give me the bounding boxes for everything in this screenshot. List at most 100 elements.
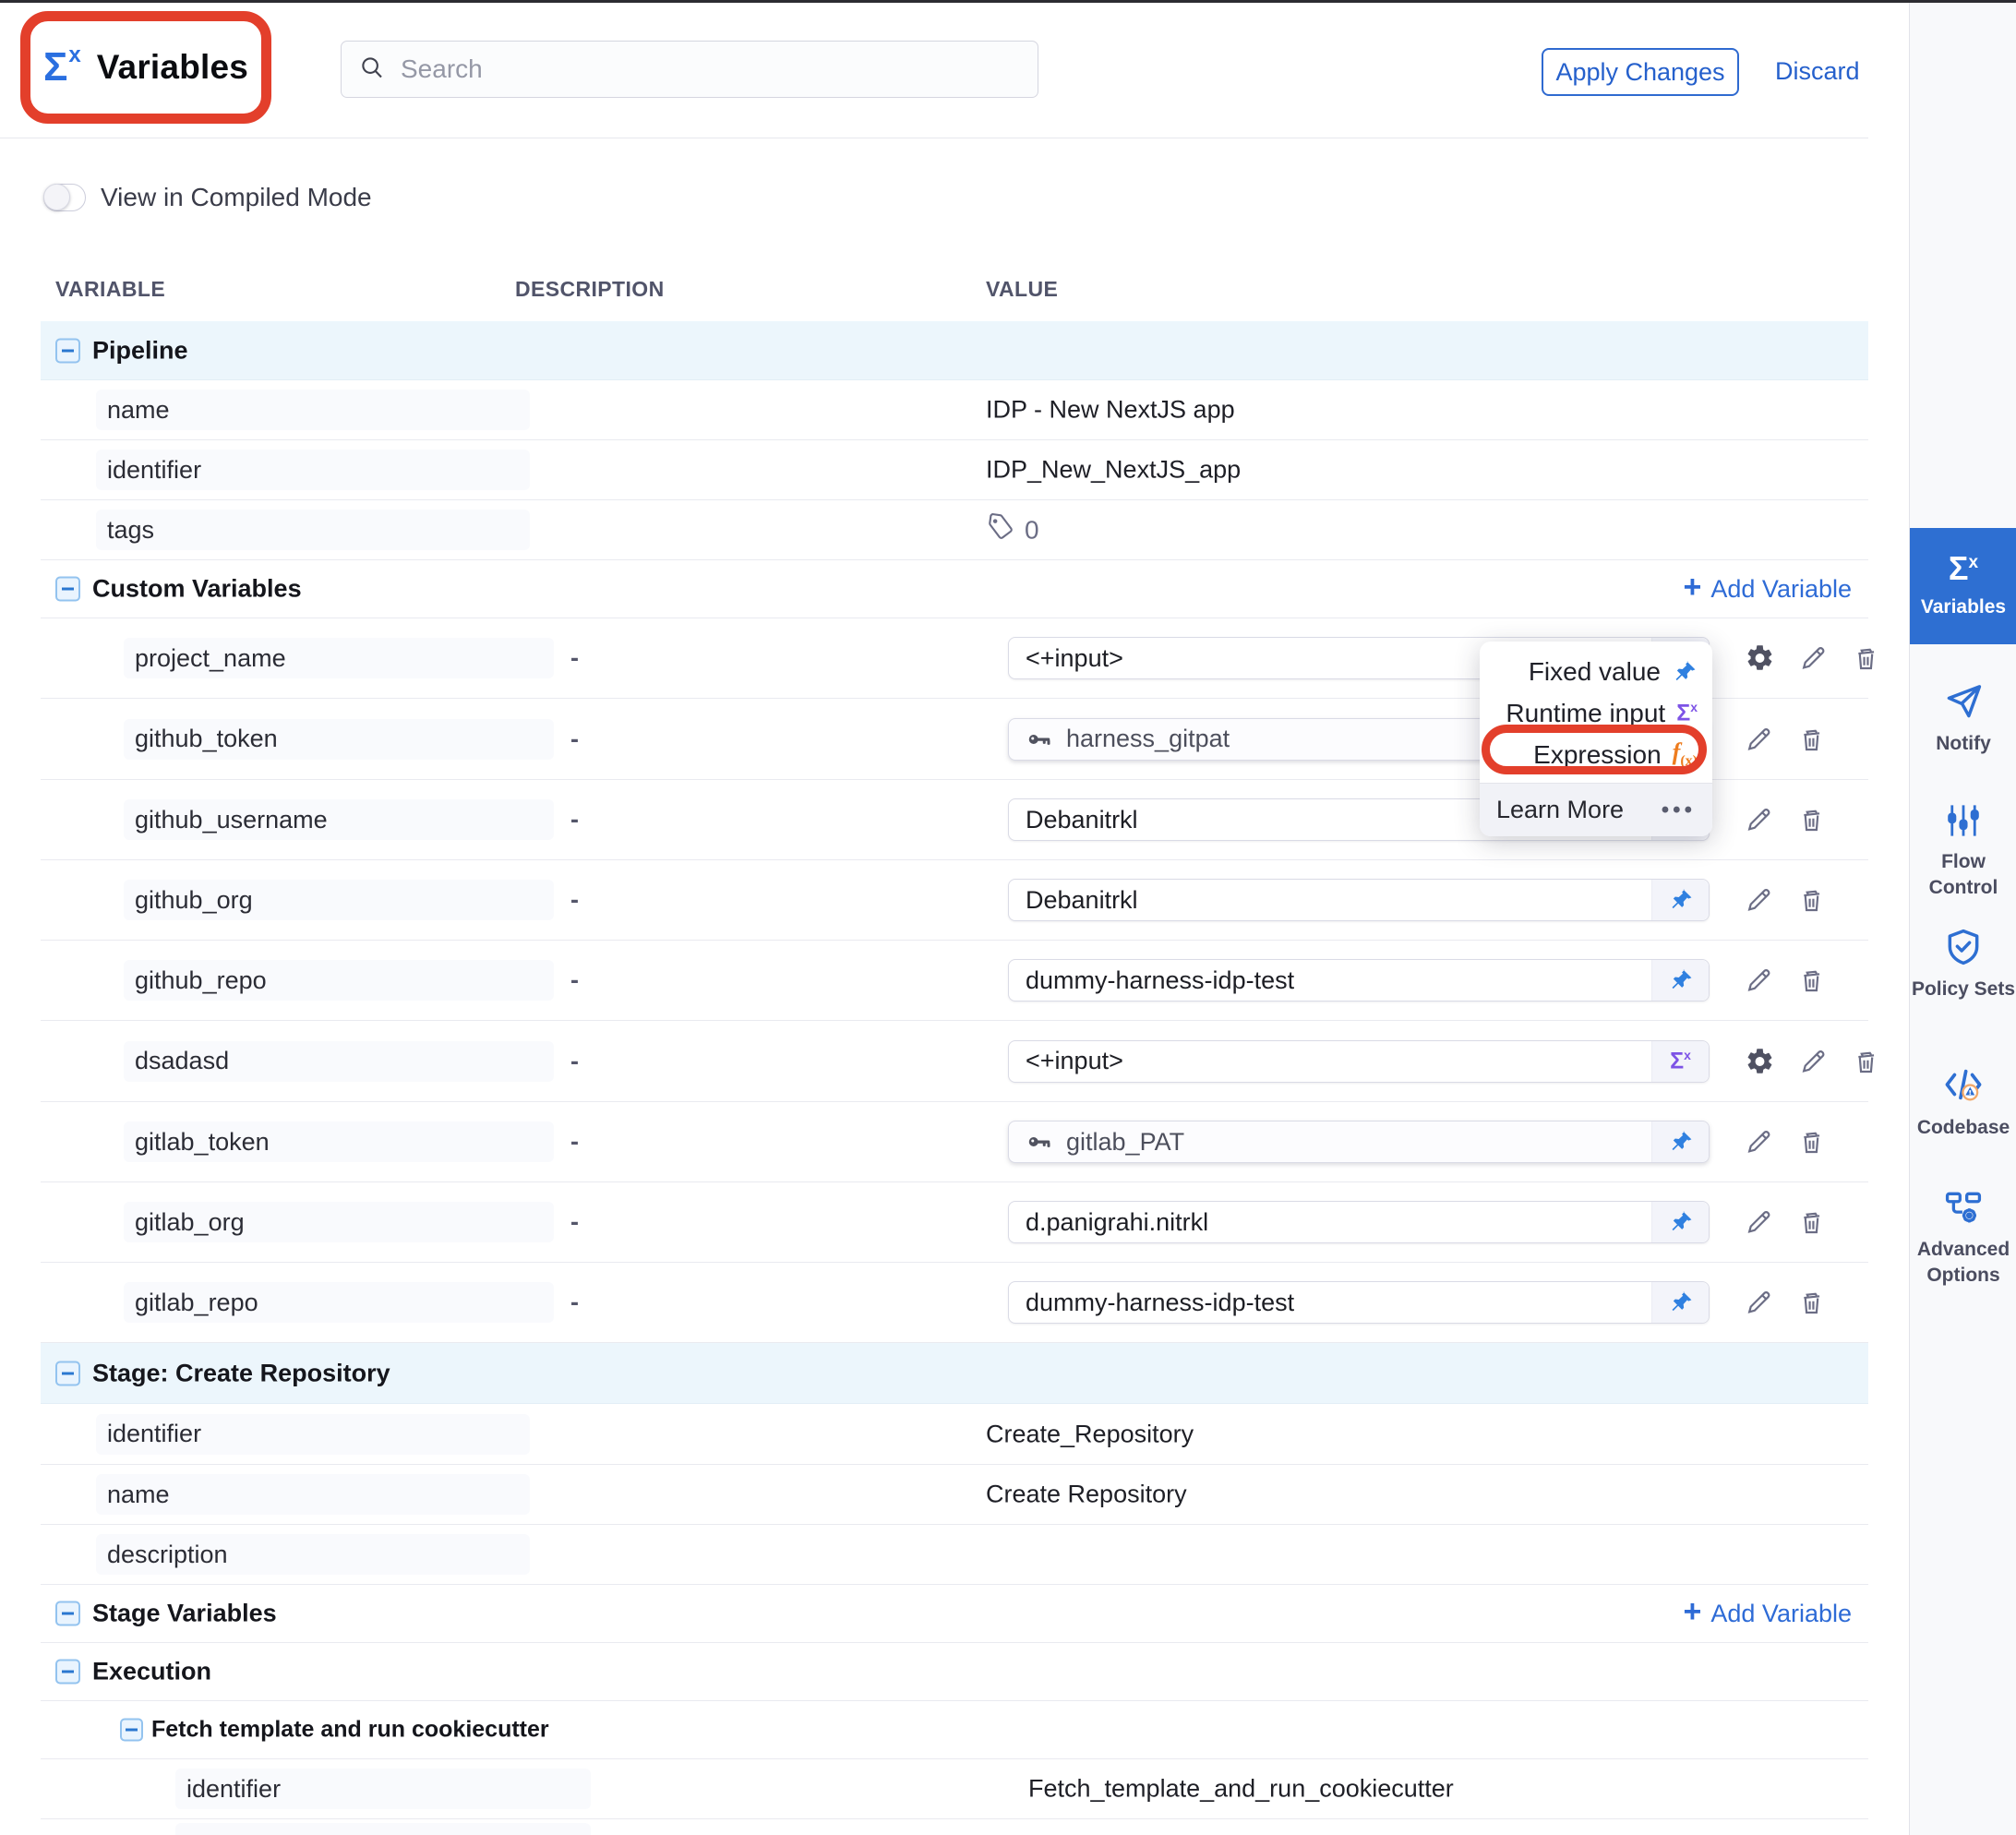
compiled-mode-label: View in Compiled Mode	[101, 183, 372, 212]
variables-table: Pipeline name IDP - New NextJS app ident…	[41, 321, 1868, 1835]
description-dash: -	[570, 1128, 579, 1157]
delete-icon[interactable]	[1797, 966, 1826, 995]
menu-item-runtime-input[interactable]: Runtime input Σx	[1480, 692, 1712, 734]
variable-value: Fetch_template_and_run_cookiecutter	[1028, 1775, 1454, 1804]
discard-button[interactable]: Discard	[1775, 57, 1860, 86]
variable-name-chip: identifier	[96, 450, 530, 490]
delete-icon[interactable]	[1797, 725, 1826, 753]
table-row: name IDP - New NextJS app	[41, 380, 1868, 440]
pin-icon[interactable]	[1651, 960, 1709, 1001]
table-row: gitlab_token - gitlab_PAT	[41, 1102, 1868, 1182]
table-row: identifier Fetch_template_and_run_cookie…	[41, 1759, 1868, 1819]
table-row: name Create Repository	[41, 1465, 1868, 1525]
gear-icon[interactable]	[1745, 1046, 1775, 1076]
variable-name-chip: project_name	[124, 638, 554, 678]
variable-name-chip: name	[96, 390, 530, 430]
gear-icon[interactable]	[1745, 643, 1775, 674]
edit-icon[interactable]	[1745, 1128, 1773, 1157]
sidebar-item-codebase[interactable]: Codebase	[1910, 1063, 2016, 1141]
sidebar-item-advanced-options[interactable]: Advanced Options	[1910, 1187, 2016, 1289]
learn-more-item[interactable]: Learn More •••	[1480, 783, 1712, 836]
variable-value: Create_Repository	[986, 1420, 1194, 1448]
value-type-dropdown: Fixed value Runtime input Σx Expression …	[1480, 642, 1712, 836]
collapse-icon[interactable]	[55, 1601, 80, 1626]
apply-changes-button[interactable]: Apply Changes	[1542, 48, 1739, 96]
compiled-mode-row: View in Compiled Mode	[43, 183, 372, 212]
value-input[interactable]: Debanitrkl	[1008, 879, 1710, 921]
edit-icon[interactable]	[1745, 966, 1773, 995]
variable-name-chip: gitlab_org	[124, 1202, 554, 1242]
edit-icon[interactable]	[1745, 1289, 1773, 1317]
edit-icon[interactable]	[1799, 644, 1828, 673]
sidebar-item-variables[interactable]: Σx Variables	[1910, 528, 2016, 644]
delete-icon[interactable]	[1852, 1047, 1880, 1075]
sidebar-item-notify[interactable]: Notify	[1910, 681, 2016, 757]
section-row-pipeline: Pipeline	[41, 321, 1868, 380]
plus-icon: +	[1684, 571, 1702, 603]
variable-name-chip: github_username	[124, 799, 554, 840]
value-input[interactable]: dummy-harness-idp-test	[1008, 959, 1710, 1001]
pin-icon[interactable]	[1651, 1282, 1709, 1323]
variables-sigma-icon: Σx	[1949, 552, 1978, 585]
description-dash: -	[570, 806, 579, 834]
section-label: Pipeline	[92, 336, 188, 365]
table-row-partial	[41, 1819, 1868, 1835]
paper-plane-icon	[1943, 681, 1984, 722]
variable-name-chip: gitlab_repo	[124, 1282, 554, 1323]
delete-icon[interactable]	[1797, 1208, 1826, 1237]
add-variable-button[interactable]: +Add Variable	[1684, 573, 1852, 605]
search-box[interactable]	[341, 41, 1038, 98]
compiled-mode-toggle[interactable]	[43, 184, 86, 211]
more-dots-icon: •••	[1662, 798, 1696, 823]
table-row: gitlab_org - d.panigrahi.nitrkl	[41, 1182, 1868, 1263]
description-dash: -	[570, 644, 579, 673]
collapse-icon[interactable]	[55, 338, 80, 363]
menu-item-fixed-value[interactable]: Fixed value	[1480, 651, 1712, 692]
secret-value-input[interactable]: gitlab_PAT	[1008, 1121, 1710, 1163]
collapse-icon[interactable]	[120, 1719, 143, 1742]
pin-icon[interactable]	[1651, 1202, 1709, 1242]
window-top-edge	[0, 0, 2016, 3]
value-input[interactable]: d.panigrahi.nitrkl	[1008, 1201, 1710, 1243]
delete-icon[interactable]	[1797, 806, 1826, 834]
tags-value: 0	[986, 512, 1039, 548]
pin-icon[interactable]	[1651, 1121, 1709, 1162]
delete-icon[interactable]	[1797, 1289, 1826, 1317]
runtime-input-icon[interactable]: Σx	[1651, 1041, 1709, 1082]
pin-icon[interactable]	[1651, 880, 1709, 920]
collapse-icon[interactable]	[55, 1361, 80, 1385]
variable-name-chip: identifier	[175, 1769, 591, 1809]
edit-icon[interactable]	[1745, 1208, 1773, 1237]
delete-icon[interactable]	[1797, 1128, 1826, 1157]
edit-icon[interactable]	[1745, 806, 1773, 834]
variable-value: IDP_New_NextJS_app	[986, 456, 1241, 485]
page-header: Σx Variables Apply Changes Discard	[0, 0, 1868, 138]
delete-icon[interactable]	[1852, 644, 1880, 673]
section-label: Stage: Create Repository	[92, 1359, 390, 1387]
table-row: tags 0	[41, 500, 1868, 560]
sidebar-item-policy-sets[interactable]: Policy Sets	[1910, 927, 2016, 1002]
edit-icon[interactable]	[1745, 886, 1773, 915]
description-dash: -	[570, 1047, 579, 1075]
collapse-icon[interactable]	[55, 577, 80, 602]
variable-name-chip: github_token	[124, 719, 554, 760]
collapse-icon[interactable]	[55, 1660, 80, 1685]
section-row-custom-variables: Custom Variables +Add Variable	[41, 560, 1868, 618]
section-label: Custom Variables	[92, 575, 302, 604]
sliders-icon	[1944, 801, 1983, 840]
column-header-description: DESCRIPTION	[515, 277, 665, 302]
table-row: identifier IDP_New_NextJS_app	[41, 440, 1868, 500]
edit-icon[interactable]	[1745, 725, 1773, 753]
description-dash: -	[570, 725, 579, 753]
value-input[interactable]: dummy-harness-idp-test	[1008, 1281, 1710, 1324]
menu-item-expression[interactable]: Expression f(x)	[1480, 734, 1712, 775]
search-input[interactable]	[401, 54, 1021, 84]
table-row: github_org - Debanitrkl	[41, 860, 1868, 941]
delete-icon[interactable]	[1797, 886, 1826, 915]
section-row-fetch-template: Fetch template and run cookiecutter	[41, 1701, 1868, 1759]
add-variable-button[interactable]: +Add Variable	[1684, 1598, 1852, 1629]
sidebar-item-flow-control[interactable]: Flow Control	[1910, 801, 2016, 902]
edit-icon[interactable]	[1799, 1047, 1828, 1075]
value-input[interactable]: <+input> Σx	[1008, 1040, 1710, 1083]
shield-check-icon	[1943, 927, 1984, 967]
